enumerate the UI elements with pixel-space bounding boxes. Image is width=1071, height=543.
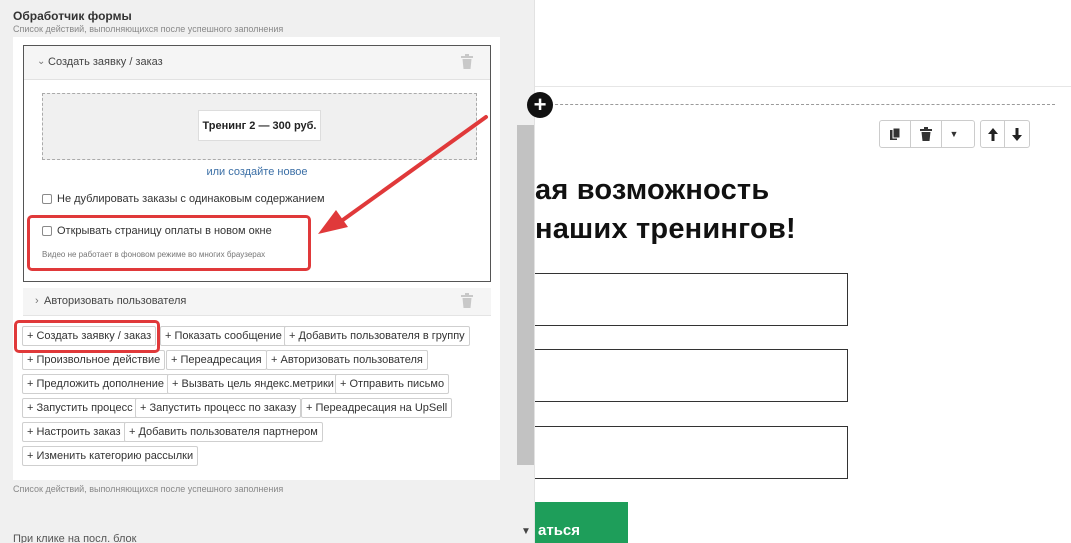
new-window-checkbox[interactable]	[42, 226, 52, 236]
add-user-to-group-button[interactable]: + Добавить пользователя в группу	[284, 326, 470, 346]
add-create-order-button[interactable]: + Создать заявку / заказ	[22, 326, 157, 346]
action-card-title: Создать заявку / заказ	[48, 56, 163, 68]
no-duplicate-option[interactable]: Не дублировать заказы с одинаковым содер…	[42, 193, 325, 205]
chevron-right-icon: ›	[35, 295, 39, 307]
add-authorize-user-button[interactable]: + Авторизовать пользователя	[266, 350, 428, 370]
action-card-header[interactable]: ⌄ Создать заявку / заказ	[24, 46, 490, 80]
chevron-down-icon: ⌄	[37, 56, 46, 67]
form-field-2[interactable]	[520, 349, 848, 402]
add-offer-addon-button[interactable]: + Предложить дополнение	[22, 374, 169, 394]
add-yandex-goal-button[interactable]: + Вызвать цель яндекс.метрики	[167, 374, 339, 394]
arrow-down-icon	[1012, 127, 1022, 141]
move-up-button[interactable]	[981, 121, 1005, 147]
add-send-email-button[interactable]: + Отправить письмо	[335, 374, 450, 394]
add-mailing-category-button[interactable]: + Изменить категорию рассылки	[22, 446, 199, 466]
form-handler-panel: Обработчик формы Список действий, выполн…	[0, 0, 535, 543]
add-block-button[interactable]: +	[527, 92, 553, 118]
new-window-note: Видео не работает в фоновом режиме во мн…	[42, 250, 266, 259]
add-show-message-button[interactable]: + Показать сообщение	[160, 326, 287, 346]
product-chip[interactable]: Тренинг 2 — 300 руб.	[198, 110, 321, 141]
block-heading-line1: ая возможность	[535, 174, 770, 206]
form-field-3[interactable]	[520, 426, 848, 479]
block-boundary	[535, 104, 1055, 105]
trash-icon	[920, 127, 932, 141]
add-upsell-redirect-button[interactable]: + Переадресация на UpSell	[301, 398, 453, 418]
no-duplicate-label: Не дублировать заказы с одинаковым содер…	[57, 193, 325, 205]
action-row-title: Авторизовать пользователя	[44, 295, 187, 307]
product-dropzone[interactable]: Тренинг 2 — 300 руб.	[42, 93, 477, 160]
action-card-create-order: ⌄ Создать заявку / заказ Тренинг 2 — 300…	[23, 45, 491, 282]
new-window-option[interactable]: Открывать страницу оплаты в новом окне	[42, 225, 272, 237]
add-start-process-button[interactable]: + Запустить процесс	[22, 398, 138, 418]
copy-block-button[interactable]	[880, 121, 911, 147]
trash-icon[interactable]	[461, 54, 473, 74]
add-custom-action-button[interactable]: + Произвольное действие	[22, 350, 166, 370]
move-toolbar	[980, 120, 1030, 148]
block-heading-line2: наших тренингов!	[535, 213, 796, 245]
caret-down-icon: ▼	[949, 129, 959, 139]
copy-icon	[889, 127, 900, 140]
add-configure-order-button[interactable]: + Настроить заказ	[22, 422, 126, 442]
panel-subtitle: Список действий, выполняющихся после усп…	[13, 24, 284, 34]
form-field-1[interactable]	[520, 273, 848, 326]
screen: ▼ ая возможность наших тренингов! аться …	[0, 0, 1071, 543]
form-submit-button[interactable]: аться	[520, 502, 628, 543]
block-separator	[535, 86, 1071, 87]
block-menu-toggle[interactable]: ▼	[942, 121, 966, 147]
no-duplicate-checkbox[interactable]	[42, 194, 52, 204]
panel-subtitle-bottom: Список действий, выполняющихся после усп…	[13, 484, 284, 494]
add-partner-user-button[interactable]: + Добавить пользователя партнером	[124, 422, 323, 442]
add-redirect-button[interactable]: + Переадресация	[166, 350, 267, 370]
scroll-down-icon[interactable]: ▼	[521, 526, 531, 537]
action-row-authorize[interactable]: › Авторизовать пользователя	[23, 288, 491, 316]
panel-title: Обработчик формы	[13, 9, 132, 23]
panel-scrollbar[interactable]	[517, 125, 534, 465]
move-down-button[interactable]	[1005, 121, 1029, 147]
panel-bottom-label: При клике на посл. блок	[13, 533, 137, 543]
arrow-up-icon	[987, 127, 998, 141]
new-window-label: Открывать страницу оплаты в новом окне	[57, 225, 272, 237]
add-start-order-process-button[interactable]: + Запустить процесс по заказу	[135, 398, 302, 418]
delete-block-button[interactable]	[911, 121, 942, 147]
trash-icon[interactable]	[461, 293, 473, 313]
create-new-link[interactable]: или создайте новое	[24, 166, 490, 178]
block-toolbar: ▼	[879, 120, 975, 148]
